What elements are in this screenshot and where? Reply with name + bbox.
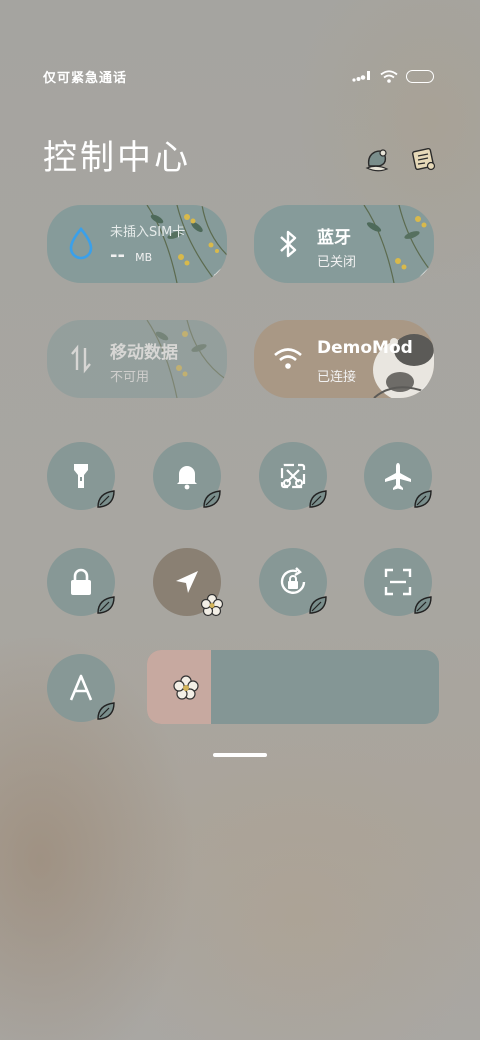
mobile-data-label: 移动数据 (110, 343, 178, 363)
leaf-badge-icon (410, 592, 436, 618)
letter-a-icon (69, 674, 93, 701)
wifi-icon (270, 340, 306, 378)
flower-brightness-icon (173, 675, 199, 700)
location-toggle[interactable] (153, 548, 224, 617)
scanner-toggle[interactable] (364, 548, 432, 616)
expand-corner-icon (419, 268, 428, 277)
usage-number: -- (110, 245, 125, 266)
bluetooth-tile[interactable]: 蓝牙 已关闭 (254, 205, 434, 283)
wifi-network-name: DemoMod (317, 338, 413, 358)
usage-unit: MB (135, 251, 153, 264)
header-icons (362, 142, 438, 176)
leaf-badge-icon (199, 486, 225, 512)
home-indicator[interactable] (213, 753, 267, 757)
data-usage-tile[interactable]: 未插入SIM卡 -- MB (47, 205, 227, 283)
auto-brightness-toggle[interactable] (47, 654, 115, 722)
brightness-slider[interactable] (147, 650, 439, 724)
water-drop-icon (63, 225, 99, 263)
mobile-data-status: 不可用 (110, 370, 150, 385)
wifi-status: 已连接 (317, 370, 357, 385)
rotation-lock-toggle[interactable] (259, 548, 327, 616)
wifi-icon (380, 69, 398, 83)
expand-corner-icon (212, 268, 221, 277)
location-arrow-icon (176, 571, 198, 593)
screenshot-toggle[interactable] (259, 442, 327, 510)
airplane-icon (385, 463, 411, 490)
scissors-icon (280, 463, 306, 489)
rotation-lock-icon (280, 567, 306, 594)
airplane-mode-toggle[interactable] (364, 442, 432, 510)
leaf-badge-icon (93, 592, 119, 618)
lock-icon (71, 568, 91, 595)
bell-icon (177, 466, 197, 490)
cat-decoration (373, 334, 434, 398)
page-title: 控制中心 (43, 138, 191, 178)
scan-icon (384, 568, 412, 596)
mobile-data-tile[interactable]: 移动数据 不可用 (47, 320, 227, 398)
flashlight-icon (74, 464, 88, 488)
flashlight-toggle[interactable] (47, 442, 115, 510)
leaf-badge-icon (305, 486, 331, 512)
lock-screen-toggle[interactable] (47, 548, 115, 616)
data-transfer-icon (63, 340, 99, 378)
expand-corner-icon (419, 383, 428, 392)
signal-icon (352, 71, 370, 82)
carrier-text: 仅可紧急通话 (43, 70, 128, 86)
leaf-badge-icon (305, 592, 331, 618)
data-usage-value: -- MB (110, 245, 152, 266)
floral-decoration (146, 205, 227, 283)
flower-badge-icon (199, 592, 225, 618)
wifi-tile[interactable]: DemoMod 已连接 (254, 320, 434, 398)
leaf-badge-icon (93, 486, 119, 512)
scroll-settings-icon[interactable] (408, 142, 438, 176)
status-bar: 仅可紧急通话 (43, 64, 434, 88)
edit-theme-icon[interactable] (362, 142, 392, 176)
sim-status-text: 未插入SIM卡 (110, 225, 186, 240)
leaf-badge-icon (410, 486, 436, 512)
bluetooth-label: 蓝牙 (317, 228, 351, 248)
battery-icon (406, 69, 434, 83)
leaf-badge-icon (93, 698, 119, 724)
mute-toggle[interactable] (153, 442, 221, 510)
bluetooth-icon (270, 225, 306, 263)
status-icons (352, 69, 434, 83)
bluetooth-status: 已关闭 (317, 255, 357, 270)
